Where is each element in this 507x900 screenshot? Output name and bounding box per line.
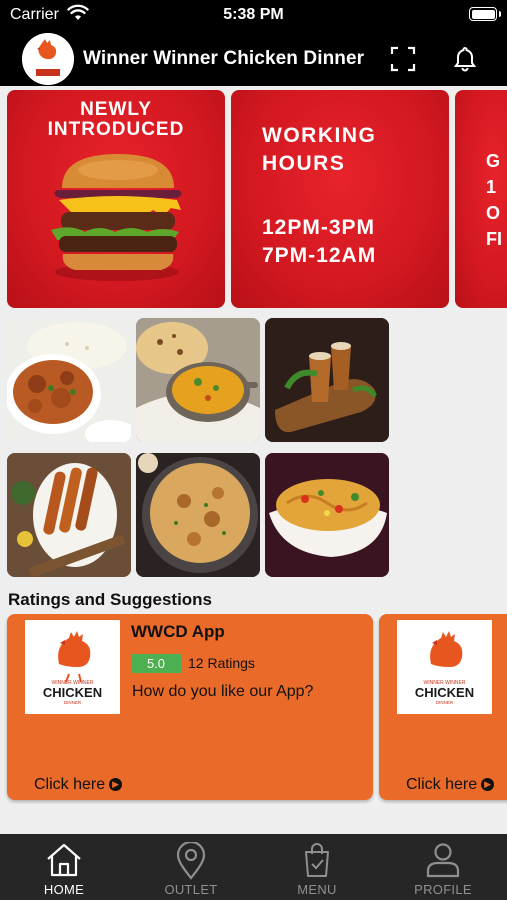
working-hours-times: 12PM-3PM 7PM-12AM bbox=[262, 216, 377, 267]
card-title: WWCD App bbox=[131, 622, 225, 641]
offer-peek-text: G 1 O FI bbox=[486, 151, 502, 249]
notification-bell-icon[interactable] bbox=[452, 45, 478, 73]
location-pin-icon bbox=[176, 842, 206, 880]
svg-text:DINNER: DINNER bbox=[436, 700, 454, 705]
tab-label: MENU bbox=[297, 882, 337, 897]
tab-outlet[interactable]: OUTLET bbox=[150, 834, 232, 900]
person-icon bbox=[426, 843, 460, 878]
app-header: Winner Winner Chicken Dinner bbox=[0, 30, 507, 86]
rating-question: How do you like our App? bbox=[132, 683, 314, 700]
tab-home[interactable]: HOME bbox=[24, 834, 104, 900]
arrow-right-icon: ▶ bbox=[109, 778, 123, 792]
card-logo: WINNER WINNER CHICKEN DINNER bbox=[25, 620, 120, 714]
working-hours-heading: WORKING HOURS bbox=[262, 124, 377, 175]
rooster-logo-icon: WINNER WINNER CHICKEN DINNER bbox=[415, 631, 474, 705]
banner-new-burger[interactable]: NEWLY INTRODUCED bbox=[7, 90, 225, 308]
scan-icon[interactable] bbox=[390, 46, 416, 72]
naan-dal-image bbox=[136, 318, 260, 442]
rating-score-badge: 5.0 bbox=[131, 654, 181, 673]
food-tile-lassi[interactable] bbox=[265, 318, 389, 442]
chicken-curry-image bbox=[7, 318, 131, 442]
brand-logo[interactable] bbox=[22, 33, 74, 85]
rooster-logo-icon: WINNER WINNER CHICKEN DINNER bbox=[43, 631, 102, 705]
shopping-bag-icon bbox=[305, 843, 329, 877]
lassi-image bbox=[265, 318, 389, 442]
tab-label: PROFILE bbox=[414, 882, 472, 897]
home-icon bbox=[47, 843, 81, 877]
page-title: Winner Winner Chicken Dinner bbox=[83, 48, 365, 69]
banner-offer[interactable]: G 1 O FI bbox=[455, 90, 507, 308]
food-tile-hakka-noodles[interactable] bbox=[265, 453, 389, 577]
food-tile-chicken-curry[interactable] bbox=[7, 318, 131, 442]
hakka-noodles-image bbox=[265, 453, 389, 577]
rating-card-2[interactable]: WINNER WINNER CHICKEN DINNER Click here ▶ bbox=[379, 614, 507, 800]
battery-icon bbox=[469, 7, 501, 21]
click-here-link[interactable]: Click here ▶ bbox=[34, 776, 123, 794]
rating-card-wwcd-app[interactable]: WINNER WINNER CHICKEN DINNER WWCD App 5.… bbox=[7, 614, 373, 800]
svg-text:DINNER: DINNER bbox=[64, 700, 82, 705]
rooster-logo-icon bbox=[22, 33, 74, 85]
tab-label: HOME bbox=[43, 882, 85, 897]
tab-label: OUTLET bbox=[164, 882, 218, 897]
click-here-label: Click here bbox=[406, 776, 478, 793]
banner-working-hours[interactable]: WORKING HOURS 12PM-3PM 7PM-12AM bbox=[231, 90, 449, 308]
status-bar: Carrier 5:38 PM bbox=[0, 0, 507, 30]
food-tile-naan-dal[interactable] bbox=[136, 318, 260, 442]
tab-profile[interactable]: PROFILE bbox=[402, 834, 484, 900]
burger-image bbox=[51, 154, 182, 281]
svg-text:CHICKEN: CHICKEN bbox=[415, 685, 474, 700]
seekh-kebab-image bbox=[7, 453, 131, 577]
rating-count: 12 Ratings bbox=[188, 655, 255, 671]
food-tile-seekh-kebab[interactable] bbox=[7, 453, 131, 577]
bottom-tab-bar: HOME OUTLET MENU PROFILE bbox=[0, 834, 507, 900]
click-here-link[interactable]: Click here ▶ bbox=[406, 776, 495, 794]
ratings-section-title: Ratings and Suggestions bbox=[8, 590, 213, 609]
tab-menu[interactable]: MENU bbox=[276, 834, 358, 900]
svg-text:CHICKEN: CHICKEN bbox=[43, 685, 102, 700]
ratings-carousel[interactable]: WINNER WINNER CHICKEN DINNER WWCD App 5.… bbox=[0, 614, 507, 804]
biryani-image bbox=[136, 453, 260, 577]
arrow-right-icon: ▶ bbox=[481, 778, 495, 792]
promo-carousel[interactable]: NEWLY INTRODUCED WORKING HOURS 12PM-3PM … bbox=[0, 90, 507, 308]
click-here-label: Click here bbox=[34, 776, 106, 793]
food-category-grid bbox=[7, 318, 397, 580]
food-tile-biryani[interactable] bbox=[136, 453, 260, 577]
clock: 5:38 PM bbox=[223, 6, 284, 23]
card-logo: WINNER WINNER CHICKEN DINNER bbox=[397, 620, 492, 714]
